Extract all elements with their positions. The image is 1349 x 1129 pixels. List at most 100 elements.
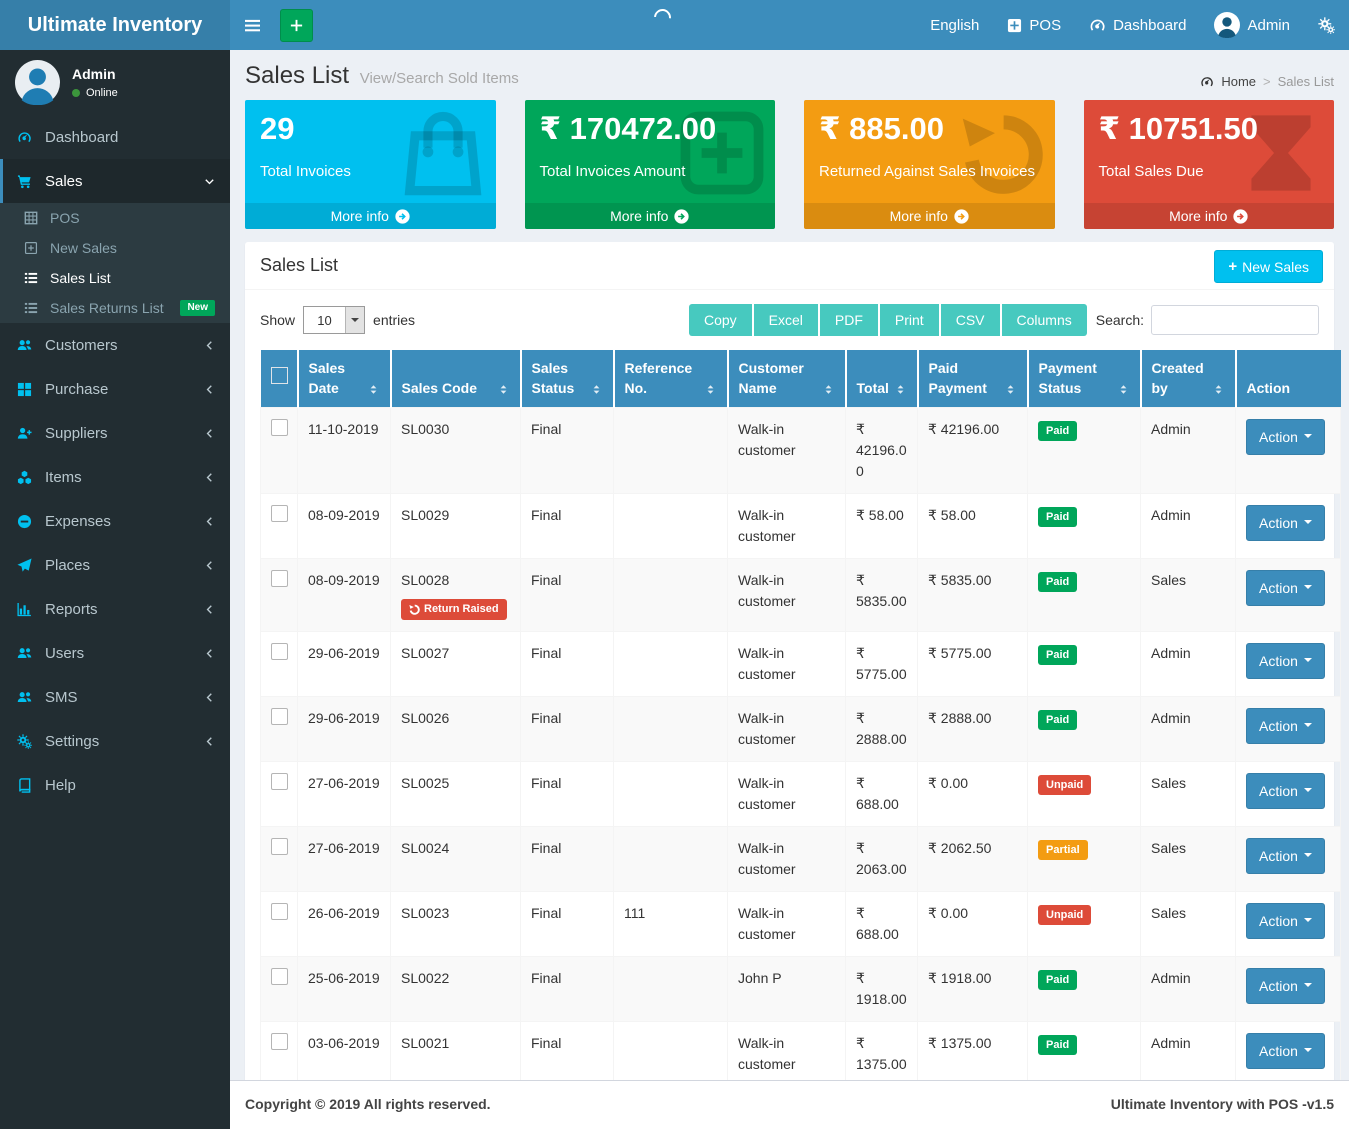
sort-icon[interactable] [704, 383, 717, 399]
more-info-link[interactable]: More info [1084, 203, 1335, 229]
caret-down-icon [1304, 723, 1312, 731]
sidebar-item-reports[interactable]: Reports [0, 587, 230, 631]
column-header-total[interactable]: Total [846, 350, 918, 407]
sidebar-user-status[interactable]: Online [72, 87, 118, 99]
row-checkbox[interactable] [271, 838, 288, 855]
action-dropdown-button[interactable]: Action [1246, 505, 1325, 541]
nav-language[interactable]: English [916, 0, 993, 50]
sidebar-item-purchase[interactable]: Purchase [0, 367, 230, 411]
nav-dashboard[interactable]: Dashboard [1075, 0, 1200, 50]
brand-logo[interactable]: Ultimate Inventory [0, 0, 230, 50]
action-dropdown-button[interactable]: Action [1246, 643, 1325, 679]
action-dropdown-button[interactable]: Action [1246, 838, 1325, 874]
row-checkbox[interactable] [271, 505, 288, 522]
column-header-payment-status[interactable]: Payment Status [1028, 350, 1141, 407]
sidebar-item-sales-list[interactable]: Sales List [0, 263, 230, 293]
row-checkbox[interactable] [271, 570, 288, 587]
export-button-copy[interactable]: Copy [689, 304, 752, 336]
export-button-columns[interactable]: Columns [1002, 304, 1087, 336]
row-checkbox[interactable] [271, 773, 288, 790]
sidebar-item-items[interactable]: Items [0, 455, 230, 499]
navbar-menu: English POS Dashboard Admin [916, 0, 1349, 50]
more-info-link[interactable]: More info [525, 203, 776, 229]
nav-user[interactable]: Admin [1200, 0, 1304, 50]
more-info-link[interactable]: More info [804, 203, 1055, 229]
sidebar-item-users[interactable]: Users [0, 631, 230, 675]
export-button-pdf[interactable]: PDF [820, 304, 878, 336]
table-row-sl0026: 29-06-2019SL0026FinalWalk-in customer₹ 2… [261, 696, 1341, 761]
select-all-checkbox[interactable] [271, 367, 288, 384]
sidebar-toggle-button[interactable] [230, 0, 274, 50]
sidebar-item-places[interactable]: Places [0, 543, 230, 587]
column-header-reference-no[interactable]: Reference No. [614, 350, 728, 407]
caret-down-icon [1304, 1048, 1312, 1056]
sort-icon[interactable] [894, 383, 907, 399]
arrow-circle-right-icon [954, 209, 969, 224]
sidebar-item-help[interactable]: Help [0, 763, 230, 807]
breadcrumb-home[interactable]: Home [1221, 74, 1256, 89]
column-header-sales-date[interactable]: Sales Date [298, 350, 391, 407]
quick-add-button[interactable] [280, 9, 313, 42]
sort-icon[interactable] [1117, 383, 1130, 399]
sidebar-item-expenses[interactable]: Expenses [0, 499, 230, 543]
sort-icon[interactable] [367, 383, 380, 399]
caret-down-icon [1304, 983, 1312, 991]
sidebar-item-sms[interactable]: SMS [0, 675, 230, 719]
cell-action: Action [1236, 631, 1341, 696]
sort-icon[interactable] [590, 383, 603, 399]
column-header-sales-status[interactable]: Sales Status [521, 350, 614, 407]
sidebar-item-dashboard[interactable]: Dashboard [0, 115, 230, 159]
page-length-select[interactable]: 10 [303, 306, 365, 334]
sidebar-item-sales[interactable]: Sales [0, 159, 230, 203]
sidebar-item-new-sales[interactable]: New Sales [0, 233, 230, 263]
export-button-csv[interactable]: CSV [941, 304, 1000, 336]
sidebar-item-customers[interactable]: Customers [0, 323, 230, 367]
chevron-left-icon [204, 428, 215, 439]
sort-icon[interactable] [1212, 383, 1225, 399]
new-sales-button[interactable]: + New Sales [1214, 250, 1323, 283]
cell-payment-status: Paid [1028, 696, 1141, 761]
action-button-label: Action [1259, 580, 1298, 596]
column-header-created-by[interactable]: Created by [1141, 350, 1236, 407]
nav-pos[interactable]: POS [993, 0, 1075, 50]
sort-icon[interactable] [1004, 383, 1017, 399]
action-dropdown-button[interactable]: Action [1246, 968, 1325, 1004]
action-dropdown-button[interactable]: Action [1246, 903, 1325, 939]
export-button-print[interactable]: Print [880, 304, 939, 336]
sidebar-item-settings[interactable]: Settings [0, 719, 230, 763]
action-dropdown-button[interactable]: Action [1246, 1033, 1325, 1069]
action-dropdown-button[interactable]: Action [1246, 570, 1325, 606]
column-header-customer-name[interactable]: Customer Name [728, 350, 846, 407]
table-row-sl0029: 08-09-2019SL0029FinalWalk-in customer₹ 5… [261, 493, 1341, 558]
row-checkbox[interactable] [271, 643, 288, 660]
sidebar-item-sales-returns-list[interactable]: Sales Returns ListNew [0, 293, 230, 323]
row-checkbox[interactable] [271, 708, 288, 725]
cell-payment-status: Paid [1028, 558, 1141, 631]
export-buttons: CopyExcelPDFPrintCSVColumns [689, 304, 1087, 336]
row-checkbox[interactable] [271, 419, 288, 436]
info-box-value: 29 [260, 110, 481, 147]
column-header-sales-code[interactable]: Sales Code [391, 350, 521, 407]
column-header-paid-payment[interactable]: Paid Payment [918, 350, 1028, 407]
row-checkbox[interactable] [271, 968, 288, 985]
action-dropdown-button[interactable]: Action [1246, 708, 1325, 744]
cell-total: ₹ 42196.00 [846, 407, 918, 493]
cell-paid-payment: ₹ 2888.00 [918, 696, 1028, 761]
nav-settings[interactable] [1304, 0, 1349, 50]
cell-action: Action [1236, 956, 1341, 1021]
sidebar-item-label: Places [45, 557, 90, 574]
action-dropdown-button[interactable]: Action [1246, 773, 1325, 809]
page-footer: Copyright © 2019 All rights reserved. Ul… [230, 1080, 1349, 1129]
export-button-excel[interactable]: Excel [754, 304, 818, 336]
caret-down-icon [1304, 853, 1312, 861]
sort-icon[interactable] [822, 383, 835, 399]
sort-icon[interactable] [497, 383, 510, 399]
action-dropdown-button[interactable]: Action [1246, 419, 1325, 455]
search-input[interactable] [1151, 305, 1319, 335]
sidebar-item-suppliers[interactable]: Suppliers [0, 411, 230, 455]
cell-sales-date: 11-10-2019 [298, 407, 391, 493]
row-checkbox[interactable] [271, 1033, 288, 1050]
row-checkbox[interactable] [271, 903, 288, 920]
sidebar-item-pos[interactable]: POS [0, 203, 230, 233]
more-info-link[interactable]: More info [245, 203, 496, 229]
